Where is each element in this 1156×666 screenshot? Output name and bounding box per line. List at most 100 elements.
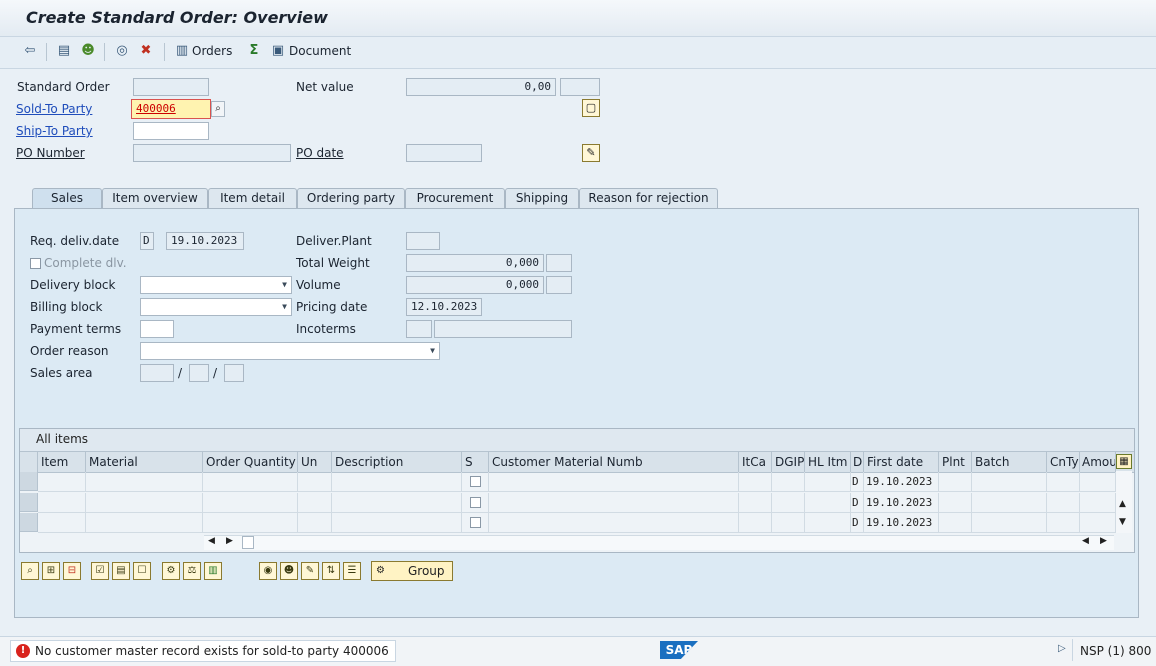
- item-category-cell[interactable]: [739, 472, 772, 492]
- hl-item-cell[interactable]: [805, 513, 851, 533]
- deselect-all-icon[interactable]: ☐: [133, 562, 151, 580]
- tab-shipping[interactable]: Shipping: [505, 188, 579, 208]
- column-header[interactable]: DGIP: [772, 452, 805, 472]
- po-number-field[interactable]: [133, 144, 291, 162]
- unit-cell[interactable]: [298, 493, 332, 513]
- scroll-right-end-icon[interactable]: ▶: [1100, 536, 1107, 546]
- material-cell[interactable]: [86, 513, 203, 533]
- row-checkbox[interactable]: [470, 517, 481, 528]
- group-button[interactable]: ⚙ Group: [371, 561, 453, 581]
- delete-icon[interactable]: ✖: [138, 43, 154, 59]
- select-all-header[interactable]: [20, 452, 38, 472]
- scroll-left-end-icon[interactable]: ◀: [1082, 536, 1089, 546]
- first-date-cell[interactable]: 19.10.2023: [864, 472, 939, 492]
- status-icon[interactable]: ◎: [114, 43, 130, 59]
- batch-cell[interactable]: [972, 472, 1047, 492]
- column-header[interactable]: First date: [864, 452, 939, 472]
- tab-item-detail[interactable]: Item detail: [208, 188, 297, 208]
- status-expand-icon[interactable]: ▷: [1058, 643, 1066, 654]
- description-cell[interactable]: [332, 472, 462, 492]
- insert-row-icon[interactable]: ⊞: [42, 562, 60, 580]
- horizontal-scrollbar[interactable]: ◀ ▶ ◀ ▶: [204, 535, 1114, 550]
- partner-item-icon[interactable]: ☻: [280, 562, 298, 580]
- row-selector[interactable]: [20, 513, 38, 532]
- tab-item-overview[interactable]: Item overview: [102, 188, 208, 208]
- availability-icon[interactable]: ▥: [204, 562, 222, 580]
- column-header[interactable]: ItCa: [739, 452, 772, 472]
- table-settings-icon[interactable]: ▦: [1116, 454, 1132, 469]
- unit-cell[interactable]: [298, 513, 332, 533]
- vertical-scrollbar[interactable]: ▲ ▼: [1116, 471, 1132, 533]
- new-document-icon[interactable]: ▢: [582, 99, 600, 117]
- item-category-cell[interactable]: [739, 493, 772, 513]
- column-header[interactable]: CnTy: [1047, 452, 1080, 472]
- scroll-up-icon[interactable]: ▲: [1119, 499, 1126, 509]
- date-format-cell[interactable]: D: [851, 493, 864, 513]
- amount-cell[interactable]: [1080, 472, 1116, 492]
- item-details-icon[interactable]: ⌕: [21, 562, 39, 580]
- plant-cell[interactable]: [939, 472, 972, 492]
- date-format-cell[interactable]: D: [851, 472, 864, 492]
- payment-terms-field[interactable]: [140, 320, 174, 338]
- header-icon[interactable]: ▤: [56, 43, 72, 59]
- po-attachment-icon[interactable]: ✎: [582, 144, 600, 162]
- condition-type-cell[interactable]: [1047, 513, 1080, 533]
- order-quantity-cell[interactable]: [203, 513, 298, 533]
- scroll-right-icon[interactable]: ▶: [226, 536, 233, 546]
- sold-to-party-field[interactable]: 400006: [131, 99, 211, 119]
- select-all-icon[interactable]: ☑: [91, 562, 109, 580]
- order-reason-dropdown[interactable]: [140, 342, 440, 360]
- column-header[interactable]: Material: [86, 452, 203, 472]
- batch-cell[interactable]: [972, 513, 1047, 533]
- column-header[interactable]: S: [462, 452, 489, 472]
- item-category-cell[interactable]: [739, 513, 772, 533]
- tab-sales[interactable]: Sales: [32, 188, 102, 208]
- amount-cell[interactable]: [1080, 513, 1116, 533]
- edit-icon[interactable]: ✎: [301, 562, 319, 580]
- delivery-block-dropdown[interactable]: [140, 276, 292, 294]
- description-cell[interactable]: [332, 513, 462, 533]
- scroll-down-icon[interactable]: ▼: [1119, 517, 1126, 527]
- division-field[interactable]: [224, 364, 244, 382]
- row-checkbox[interactable]: [470, 497, 481, 508]
- incoterms-code-field[interactable]: [406, 320, 432, 338]
- column-header[interactable]: Un: [298, 452, 332, 472]
- status-message[interactable]: ! No customer master record exists for s…: [10, 640, 396, 662]
- plant-cell[interactable]: [939, 493, 972, 513]
- condition-type-cell[interactable]: [1047, 472, 1080, 492]
- sales-org-field[interactable]: [140, 364, 174, 382]
- hl-item-cell[interactable]: [805, 472, 851, 492]
- item-cell[interactable]: [38, 513, 86, 533]
- configuration-icon[interactable]: ⚙: [162, 562, 180, 580]
- column-header[interactable]: Description: [332, 452, 462, 472]
- dgip-cell[interactable]: [772, 513, 805, 533]
- pricing-icon[interactable]: ⚖: [183, 562, 201, 580]
- column-header[interactable]: D: [851, 452, 864, 472]
- tab-reason-for-rejection[interactable]: Reason for rejection: [579, 188, 718, 208]
- row-checkbox[interactable]: [470, 476, 481, 487]
- partner-icon[interactable]: ☻: [80, 43, 96, 59]
- column-header[interactable]: Batch: [972, 452, 1047, 472]
- display-icon[interactable]: ◉: [259, 562, 277, 580]
- complete-dlv-checkbox[interactable]: [30, 258, 41, 269]
- plant-cell[interactable]: [939, 513, 972, 533]
- standard-order-field[interactable]: [133, 78, 209, 96]
- item-cell[interactable]: [38, 472, 86, 492]
- scroll-thumb[interactable]: [242, 536, 254, 549]
- material-cell[interactable]: [86, 472, 203, 492]
- sum-icon[interactable]: Σ: [246, 43, 262, 59]
- incoterms-location-field[interactable]: [434, 320, 572, 338]
- deliver-plant-field[interactable]: [406, 232, 440, 250]
- row-selector[interactable]: [20, 472, 38, 491]
- hl-item-cell[interactable]: [805, 493, 851, 513]
- row-selector[interactable]: [20, 493, 38, 512]
- sort-icon[interactable]: ⇅: [322, 562, 340, 580]
- pricing-date-field[interactable]: 12.10.2023: [406, 298, 482, 316]
- req-deliv-date-field[interactable]: 19.10.2023: [166, 232, 244, 250]
- distribution-channel-field[interactable]: [189, 364, 209, 382]
- column-header[interactable]: Customer Material Numb: [489, 452, 739, 472]
- tab-procurement[interactable]: Procurement: [405, 188, 505, 208]
- scroll-left-icon[interactable]: ◀: [208, 536, 215, 546]
- amount-cell[interactable]: [1080, 493, 1116, 513]
- system-info[interactable]: NSP (1) 800: [1080, 644, 1151, 658]
